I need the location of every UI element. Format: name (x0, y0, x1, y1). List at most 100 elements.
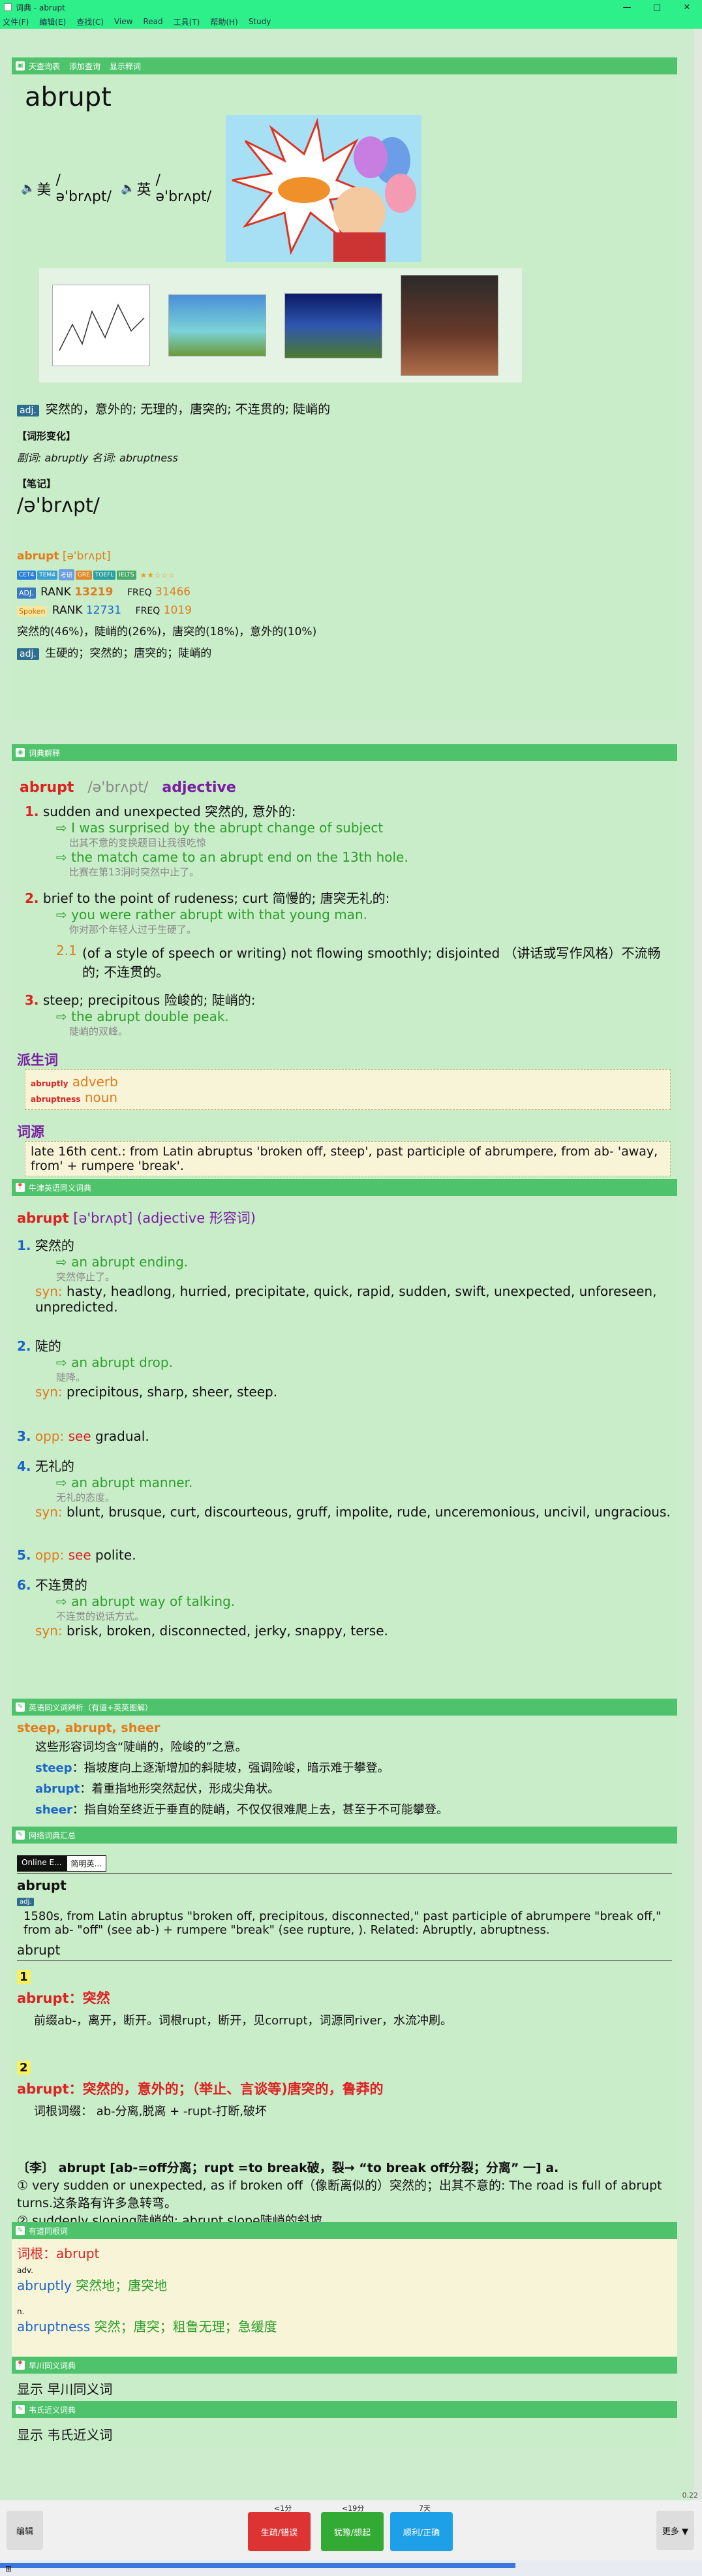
menu-view[interactable]: View (114, 17, 132, 26)
s2-example: ⇨ the match came to an abrupt end on the… (56, 849, 408, 865)
freq-word: FREQ (127, 588, 152, 598)
link-show-def[interactable]: 显示释词 (110, 61, 141, 72)
pos-tag: adj. (17, 405, 39, 416)
notes-pron: /ə'brʌpt/ (17, 494, 100, 517)
root-word-link[interactable]: abruptly (17, 2278, 72, 2293)
forgot-button[interactable]: 生疏/错误 (248, 2512, 311, 2551)
menu-help[interactable]: 帮助(H) (210, 16, 237, 27)
headword: abrupt (25, 82, 112, 112)
menu-find[interactable]: 查找(C) (76, 16, 104, 27)
s3-sense-5: 5. opp: see polite. (17, 1547, 136, 1563)
us-label: 美 (37, 181, 52, 198)
section-header-oxford-thesaurus: 📍 牛津英语同义词典 (12, 1179, 677, 1196)
speaker-uk-icon[interactable]: 🔈 (121, 181, 135, 195)
s2-example: ⇨ I was surprised by the abrupt change o… (56, 820, 384, 836)
s5-etym: 1580s, from Latin abruptus "broken off, … (23, 1909, 662, 1937)
section6-title: 有道同根词 (29, 2226, 69, 2236)
edit-button[interactable]: 编辑 (7, 2511, 43, 2550)
menu-study[interactable]: Study (249, 17, 271, 26)
vertical-scrollbar[interactable] (694, 29, 702, 2500)
main-entry-block: abrupt 🔈 美 /ə'brʌpt/ 🔈 英 /ə'brʌpt/ adj. … (12, 74, 677, 721)
app-icon (4, 3, 12, 11)
tab-online-etym[interactable]: Online E... (17, 1855, 67, 1872)
book-icon: ✎ (16, 2405, 25, 2414)
show-hayakawa-link[interactable]: 显示 早川同义词 (17, 2381, 112, 2397)
s5-m2-body: 词根词缀： ab-分离,脱离 + -rupt-打断,破坏 (34, 2105, 267, 2118)
speaker-us-icon[interactable]: 🔈 (21, 181, 35, 195)
s4-intro: 这些形容词均含“陡峭的，险峻的”之意。 (35, 1740, 247, 1754)
exam-badges: CET4 TEM4 考研 GRE TOEFL IELTS ★★☆☆☆ (17, 569, 672, 580)
menu-bar: 文件(F) 编辑(E) 查找(C) View Read 工具(T) 帮助(H) … (0, 14, 702, 29)
root-word-link[interactable]: abruptness (17, 2319, 90, 2334)
hesitate-button[interactable]: 犹豫/想起 (321, 2512, 384, 2551)
thumbnail-slide[interactable] (168, 294, 266, 356)
section4-title: 英语同义词辨析（有道+英英图解） (29, 1703, 153, 1712)
menu-file[interactable]: 文件(F) (3, 16, 29, 27)
s3-sense-3: 3. opp: see gradual. (17, 1428, 149, 1444)
spoken-freq: 1019 (163, 604, 192, 617)
s4-item: sheer：指自始至终近于垂直的陡峭，不仅仅很难爬上去，甚至于不可能攀登。 (35, 1803, 448, 1817)
web-tabs: Online E... 简明英... (17, 1855, 672, 1872)
toolbar-header: ▣ 天查询表 添加查询 显示释词 (12, 57, 677, 74)
badge-tem4: TEM4 (37, 570, 57, 580)
adj-rank-label: ADJ. (17, 588, 36, 599)
adj-rank-row: ADJ. RANK 13219 FREQ 31466 (17, 586, 672, 599)
menu-edit[interactable]: 编辑(E) (39, 16, 66, 27)
small-headword-row: abrupt [ə'brʌpt] (17, 550, 672, 563)
book-icon: ✎ (16, 1703, 25, 1712)
close-button[interactable]: ✕ (672, 3, 702, 12)
start-icon[interactable]: ⊞ (5, 2564, 12, 2573)
small-headword: abrupt (17, 550, 59, 563)
badge-kaoyan: 考研 (58, 569, 74, 580)
s5-m1-title: abrupt：突然 (17, 1990, 110, 2006)
thumbnail-landscape[interactable] (284, 292, 382, 358)
s5-m2-title: abrupt：突然的，意外的；（举止、言谈等)唐突的，鲁莽的 (17, 2081, 384, 2097)
pronunciation-row: 🔈 美 /ə'brʌpt/ 🔈 英 /ə'brʌpt/ (21, 172, 211, 205)
menu-tools[interactable]: 工具(T) (174, 16, 200, 27)
section8-title: 韦氏近义词典 (29, 2405, 76, 2415)
badge-ielts: IELTS (117, 570, 136, 580)
correct-button[interactable]: 顺利/正确 (390, 2512, 453, 2551)
derived-pos: noun (84, 1090, 118, 1105)
more-button[interactable]: 更多 ▼ (656, 2511, 694, 2550)
uk-pron: /ə'brʌpt/ (155, 172, 212, 205)
rank-word: RANK (40, 586, 71, 599)
adj-line-pos: adj. (17, 648, 39, 660)
minimize-button[interactable]: — (612, 3, 642, 12)
thesaurus-block: abrupt [ə'brʌpt] (adjective 形容词) 1. 突然的 … (12, 1196, 677, 1699)
s4-item: abrupt：着重指地形突然起伏，形成尖角状。 (35, 1782, 280, 1796)
brief-def-text: 突然的，意外的; 无理的，唐突的; 不连贯的; 陡峭的 (45, 402, 331, 416)
thumbnail-photo[interactable] (401, 275, 498, 376)
s5-m1-body: 前缀ab-，离开，断开。词根rupt，断开，见corrupt，词源同river，… (34, 2014, 453, 2028)
derived-word[interactable]: abruptly (31, 1079, 68, 1088)
illustration-image (226, 115, 421, 262)
uk-label: 英 (136, 181, 151, 198)
hayakawa-block: 显示 早川同义词 (12, 2374, 677, 2401)
taskbar: ⊞ (0, 2560, 702, 2576)
chat-icon: ◉ (16, 748, 25, 757)
section-header-webster: ✎ 韦氏近义词典 (12, 2401, 677, 2418)
derived-word[interactable]: abruptness (31, 1095, 80, 1104)
window-title: 词典 - abrupt (16, 3, 65, 12)
derived-title: 派生词 (17, 1052, 58, 1068)
s3-head-row: abrupt [ə'brʌpt] (adjective 形容词) (17, 1210, 256, 1226)
s2-example-zh: 你对那个年轻人过于生硬了。 (69, 924, 197, 935)
section-header-web: ✎ 网络词典汇总 (12, 1827, 677, 1844)
s2-example-zh: 出其不意的变换题目让我很吃惊 (69, 837, 207, 849)
menu-read[interactable]: Read (143, 17, 162, 26)
maximize-button[interactable]: □ (642, 3, 672, 12)
content-scroll-area[interactable]: ▣ 天查询表 添加查询 显示释词 abrupt 🔈 美 /ə'brʌpt/ 🔈 … (0, 29, 702, 2500)
s4-title: steep, abrupt, sheer (17, 1721, 160, 1735)
link-add[interactable]: 添加查询 (69, 61, 100, 72)
s5-num-badge: 1 (17, 1970, 31, 1984)
s2-sense-num: 1. (25, 804, 39, 819)
s2-sense-2: 2. brief to the point of rudeness; curt … (17, 888, 672, 981)
tab-concise[interactable]: 简明英... (66, 1855, 106, 1872)
dict-icon: ▣ (16, 61, 25, 71)
us-pron: /ə'brʌpt/ (55, 172, 112, 205)
thumbnail-chart[interactable] (52, 285, 150, 366)
s2-sense-3: 3. steep; precipitous 险峻的; 陡峭的: ⇨ the ab… (17, 990, 672, 1038)
show-webster-link[interactable]: 显示 韦氏近义词 (17, 2427, 112, 2443)
link-history[interactable]: 天查询表 (29, 61, 60, 72)
s2-example-zh: 陡峭的双峰。 (69, 1026, 129, 1037)
